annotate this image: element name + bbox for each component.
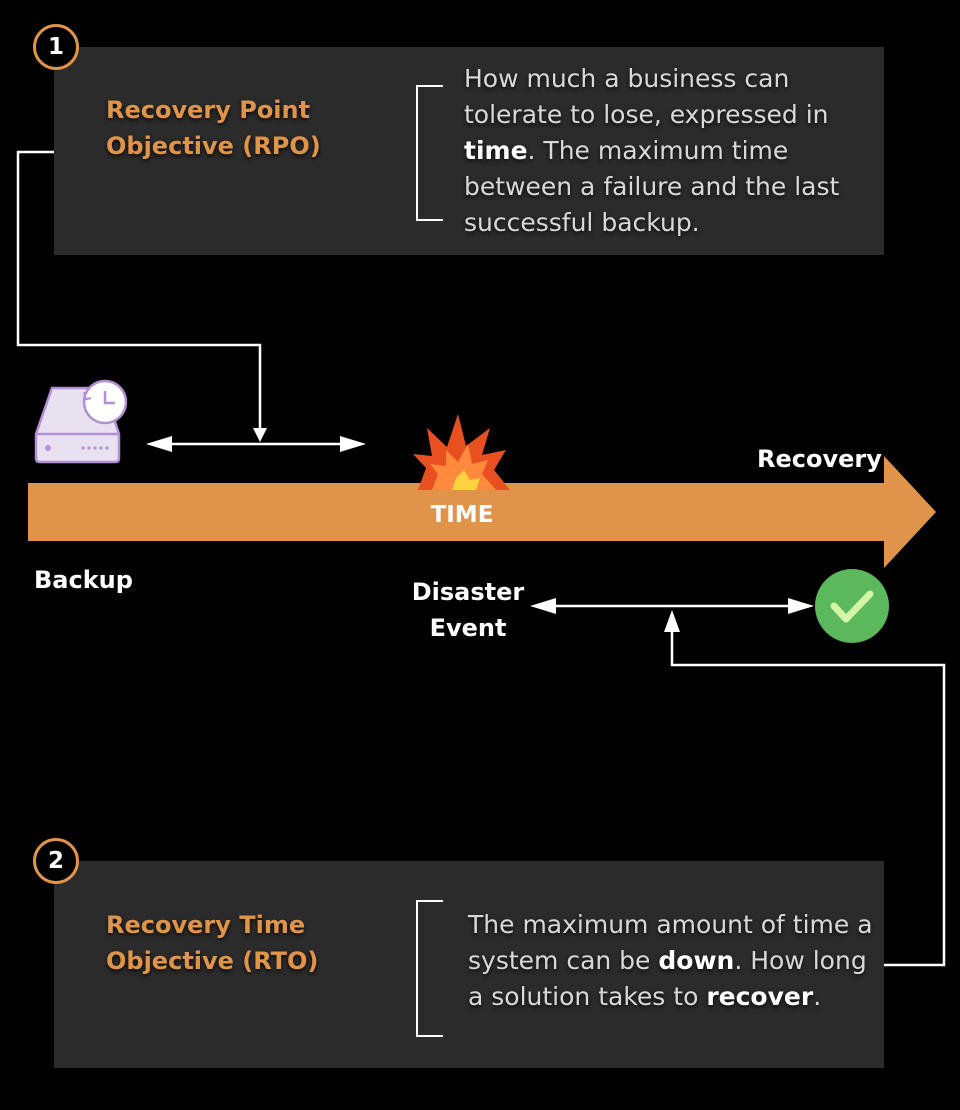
rpo-desc-line: time. The maximum time: [464, 133, 839, 169]
backup-drive-clock-icon: [34, 379, 128, 464]
rpo-title-line: Objective (RPO): [106, 132, 321, 160]
rpo-title: Recovery Point Objective (RPO): [106, 92, 321, 164]
rpo-desc-text: . The maximum time: [527, 136, 789, 165]
rpo-desc-line: between a failure and the last: [464, 172, 840, 201]
rpo-bracket: [416, 85, 443, 221]
rto-desc-line: The maximum amount of time a: [468, 910, 873, 939]
recovery-label: Recovery: [757, 445, 882, 473]
rto-title-line: Objective (RTO): [106, 947, 319, 975]
explosion-icon: [413, 414, 510, 490]
rto-title: Recovery Time Objective (RTO): [106, 907, 318, 979]
rto-desc-text: . How long: [734, 946, 867, 975]
rto-bracket: [416, 900, 443, 1037]
backup-label: Backup: [34, 566, 133, 594]
rto-desc-text: system can be: [468, 946, 659, 975]
rpo-desc-line: successful backup.: [464, 208, 700, 237]
rpo-desc-emphasis: time: [464, 136, 528, 165]
rto-desc-line: a solution takes to recover.: [468, 979, 873, 1015]
rpo-description: How much a business can tolerate to lose…: [464, 61, 839, 241]
rto-description: The maximum amount of time a system can …: [468, 907, 873, 1015]
step-1-badge: 1: [33, 24, 79, 70]
disaster-label-line: Disaster: [411, 578, 525, 606]
checkmark-circle-icon: [815, 569, 889, 643]
time-label: TIME: [430, 502, 494, 528]
rto-desc-emphasis: down: [658, 946, 735, 975]
rpo-desc-line: tolerate to lose, expressed in: [464, 100, 829, 129]
disaster-label-line: Event: [429, 614, 507, 642]
rpo-title-line: Recovery Point: [106, 96, 311, 124]
rto-desc-text: a solution takes to: [468, 982, 707, 1011]
step-2-badge: 2: [33, 838, 79, 884]
rto-desc-text: .: [813, 982, 822, 1011]
rpo-desc-line: How much a business can: [464, 64, 790, 93]
rto-title-line: Recovery Time: [106, 911, 306, 939]
rto-desc-line: system can be down. How long: [468, 943, 873, 979]
rto-desc-emphasis: recover: [706, 982, 814, 1011]
disaster-event-label: Disaster Event: [408, 574, 528, 646]
